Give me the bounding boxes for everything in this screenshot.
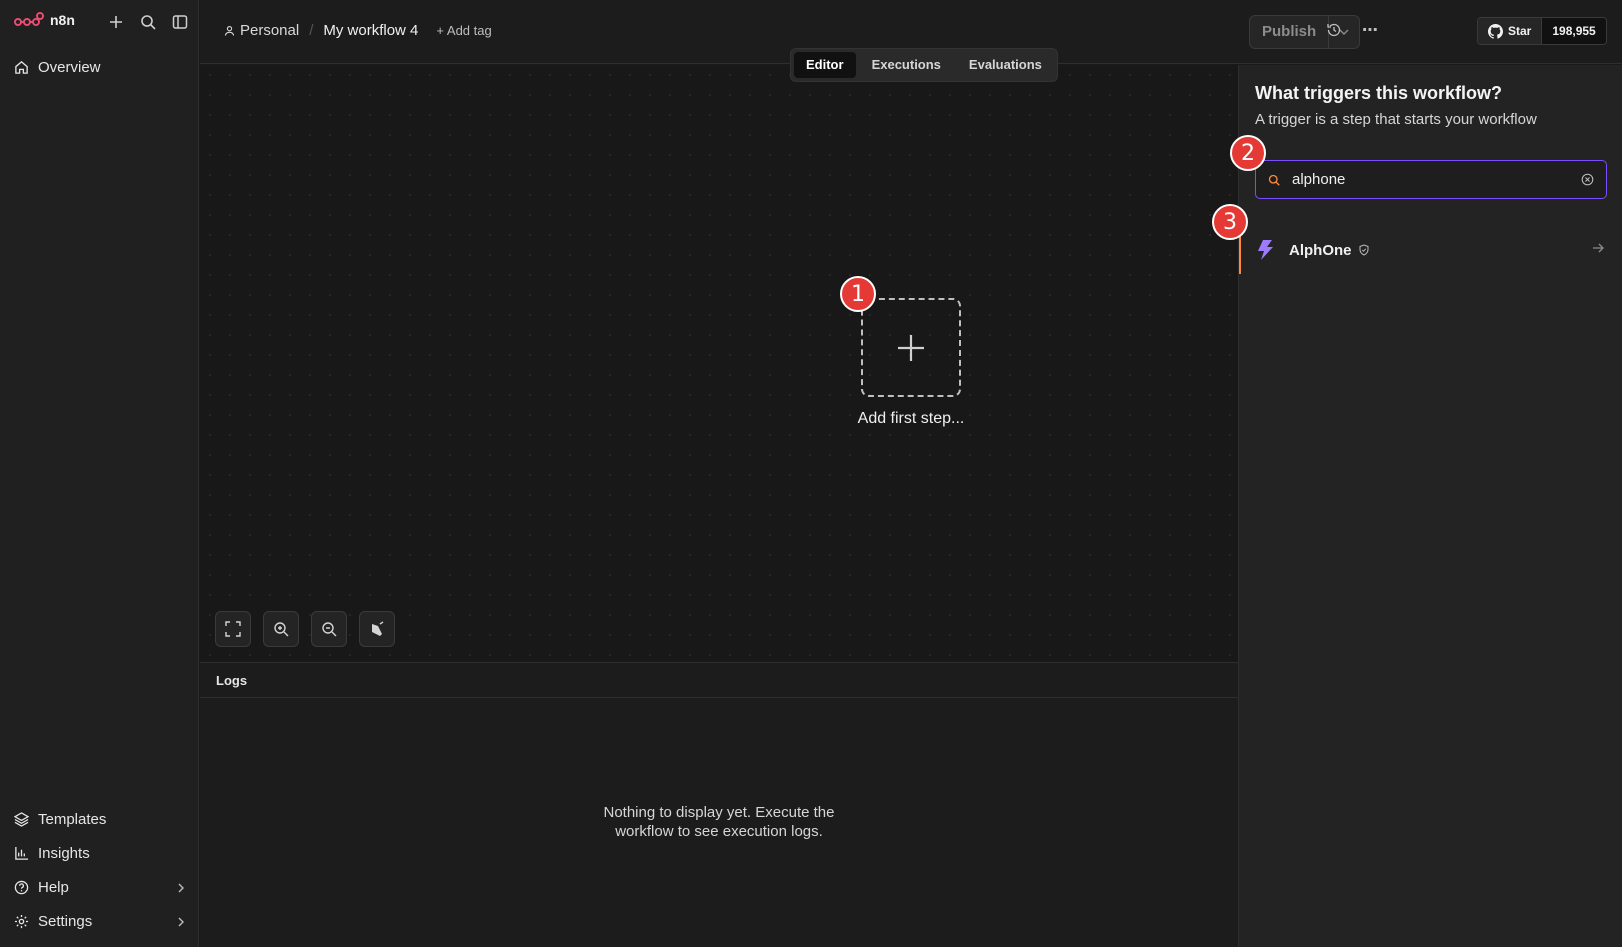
sidebar-item-settings[interactable]: Settings [14,913,186,930]
sidebar-item-label: Overview [38,59,101,76]
search-value: alphone [1292,171,1346,188]
workflow-title[interactable]: My workflow 4 [323,22,418,39]
zoom-in-button[interactable] [263,611,299,647]
plus-icon[interactable] [106,12,126,32]
sidebar-item-label: Insights [38,845,90,862]
sidebar-item-templates[interactable]: Templates [14,811,186,828]
broom-icon [372,621,384,636]
publish-button[interactable]: Publish [1250,16,1330,48]
tab-evaluations[interactable]: Evaluations [957,52,1054,78]
add-first-step-label: Add first step... [857,410,965,427]
panel-subtitle: A trigger is a step that starts your wor… [1255,111,1537,128]
panel-title: What triggers this workflow? [1255,83,1503,103]
project-name: Personal [240,22,300,39]
github-star-label: Star [1508,24,1532,38]
sidebar-item-label: Help [38,879,69,896]
sidebar-item-help[interactable]: Help [14,879,186,896]
chevron-right-icon [178,917,184,926]
zoom-out-button[interactable] [311,611,347,647]
plus-icon [898,334,924,361]
github-star-button[interactable]: Star [1478,18,1543,44]
zoom-in-icon [274,622,289,637]
user-icon [224,26,235,36]
clear-search-icon[interactable] [1581,173,1594,186]
view-tabs: Editor Executions Evaluations [790,48,1058,82]
add-tag-button[interactable]: + Add tag [436,23,491,38]
breadcrumb-separator: / [309,22,314,39]
logs-empty-line: Nothing to display yet. Execute the [603,804,835,821]
bolt-icon [1258,240,1273,260]
templates-icon [14,812,29,827]
github-star-count: 198,955 [1542,18,1606,44]
more-options-icon[interactable]: ⋯ [1362,20,1378,40]
canvas-controls [215,611,395,647]
tab-executions[interactable]: Executions [860,52,953,78]
tidy-up-button[interactable] [359,611,395,647]
help-icon [14,880,29,895]
logs-title[interactable]: Logs [200,663,1238,698]
search-result-item[interactable]: AlphOne [1239,226,1622,274]
github-icon [1488,23,1503,39]
sidebar-toggle-icon[interactable] [170,12,190,32]
zoom-out-icon [322,622,337,637]
annotation-badge: 1 [840,276,876,312]
tab-editor[interactable]: Editor [794,52,856,78]
chart-icon [15,846,29,860]
logs-panel: Logs Nothing to display yet. Execute the… [200,662,1238,947]
logs-empty-message: Nothing to display yet. Execute the work… [200,803,1238,841]
fullscreen-icon [225,621,241,637]
history-icon[interactable] [1326,22,1342,43]
arrow-right-icon [1592,241,1604,259]
logo-text: n8n [50,12,75,28]
trigger-search-input[interactable]: alphone [1255,160,1607,199]
workflow-canvas[interactable] [200,65,1238,662]
sidebar-item-label: Templates [38,811,107,828]
sidebar-item-overview[interactable]: Overview [14,59,186,76]
breadcrumb-project[interactable]: Personal [224,22,299,39]
search-icon[interactable] [138,12,158,32]
result-name: AlphOne [1289,241,1352,259]
verified-icon [1359,244,1368,256]
sidebar-item-label: Settings [38,913,93,930]
logs-empty-line: workflow to see execution logs. [615,823,823,840]
gear-icon [14,914,29,929]
search-icon [1268,174,1280,186]
sidebar: n8n Overview Templates Insights Help Set… [0,0,199,947]
n8n-logo-icon [14,12,44,26]
home-icon [15,61,28,74]
github-star-widget[interactable]: Star 198,955 [1477,17,1607,45]
chevron-right-icon [178,883,184,892]
trigger-panel: What triggers this workflow? A trigger i… [1238,65,1622,947]
sidebar-item-insights[interactable]: Insights [14,845,186,862]
annotation-badge: 3 [1212,204,1248,240]
sidebar-top-actions [106,12,190,32]
publish-group: Publish [1249,15,1361,49]
annotation-badge: 2 [1230,135,1266,171]
breadcrumb: Personal / My workflow 4 + Add tag [224,22,492,39]
add-first-step-button[interactable] [861,298,961,397]
logo[interactable]: n8n [14,12,75,28]
fit-view-button[interactable] [215,611,251,647]
